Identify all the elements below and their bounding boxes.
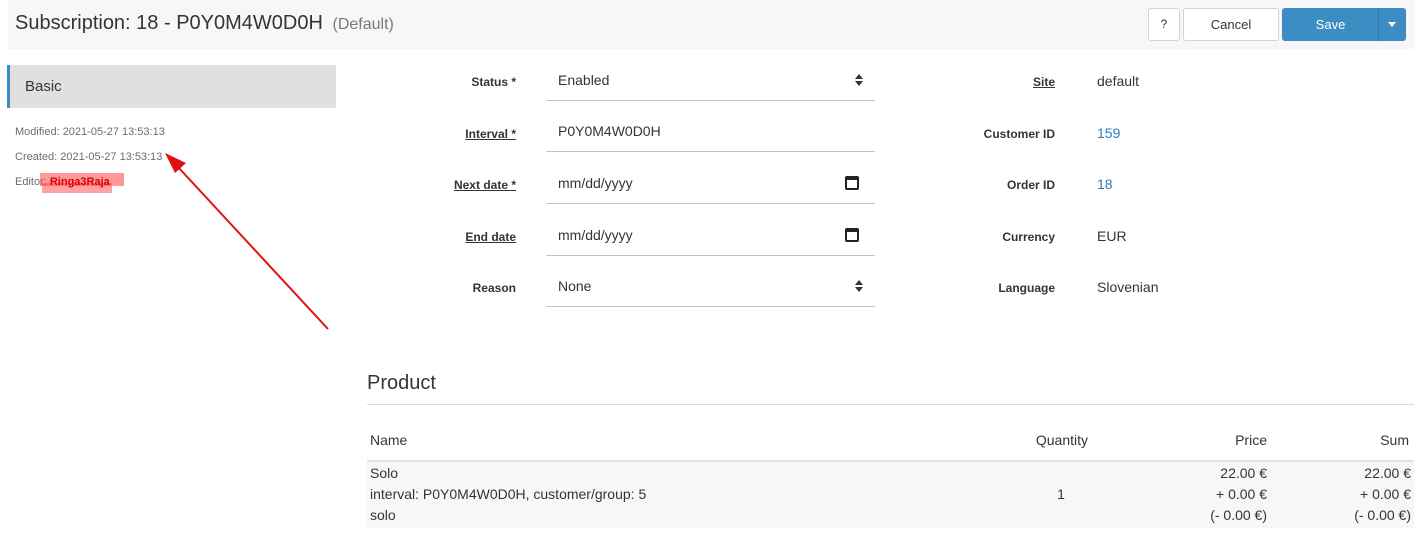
status-value: Enabled <box>558 72 610 88</box>
language-label: Language <box>998 281 1055 295</box>
next-date-placeholder: mm/dd/yyyy <box>558 175 633 191</box>
product-attributes: interval: P0Y0M4W0D0H, customer/group: 5 <box>370 486 647 502</box>
customer-id-link[interactable]: 159 <box>1097 125 1120 141</box>
sum-costs: + 0.00 € <box>1360 486 1411 502</box>
currency-label: Currency <box>1002 230 1055 244</box>
modified-info: Modified: 2021-05-27 13:53:13 <box>15 126 165 138</box>
reason-label: Reason <box>472 281 516 295</box>
page-title-text: Subscription: 18 - P0Y0M4W0D0H <box>15 12 323 34</box>
page-header: Subscription: 18 - P0Y0M4W0D0H (Default)… <box>8 0 1414 49</box>
order-id-link[interactable]: 18 <box>1097 176 1113 192</box>
column-header-sum: Sum <box>1380 432 1409 448</box>
column-header-price: Price <box>1235 432 1267 448</box>
section-divider <box>367 404 1414 405</box>
order-id-label: Order ID <box>1006 178 1055 192</box>
created-info: Created: 2021-05-27 13:53:13 <box>15 151 163 163</box>
save-button[interactable]: Save <box>1282 8 1379 41</box>
product-name: Solo <box>370 465 399 481</box>
price-rebate: (- 0.00 €) <box>1210 507 1267 523</box>
product-code: solo <box>370 507 396 523</box>
reason-select[interactable]: None <box>546 271 875 307</box>
status-select[interactable]: Enabled <box>546 65 875 101</box>
interval-value: P0Y0M4W0D0H <box>558 123 661 139</box>
reason-value: None <box>558 278 592 294</box>
end-date-label[interactable]: End date <box>316 230 516 244</box>
price-value: 22.00 € <box>1220 465 1267 481</box>
status-label: Status * <box>471 75 516 89</box>
product-sum-cell: 22.00 € + 0.00 € (- 0.00 €) <box>1309 463 1411 526</box>
editor-value-redacted: Ringa3Raja <box>50 176 110 188</box>
interval-input[interactable]: P0Y0M4W0D0H <box>546 116 875 152</box>
page-subtitle: (Default) <box>332 16 394 33</box>
customer-id-label: Customer ID <box>983 127 1055 141</box>
interval-label[interactable]: Interval * <box>316 127 516 141</box>
product-quantity: 1 <box>1057 486 1065 502</box>
language-value: Slovenian <box>1097 279 1159 295</box>
page-title: Subscription: 18 - P0Y0M4W0D0H (Default) <box>15 12 394 35</box>
editor-info: Editor: Ringa3Raja <box>15 176 110 188</box>
annotation-arrow-shaft <box>177 166 329 330</box>
product-price-cell: 22.00 € + 0.00 € (- 0.00 €) <box>1167 463 1267 526</box>
next-date-label[interactable]: Next date * <box>316 178 516 192</box>
sidebar-item-basic[interactable]: Basic <box>7 65 336 108</box>
sum-value: 22.00 € <box>1364 465 1411 481</box>
editor-value: Ringa3Raja <box>49 176 110 188</box>
site-label[interactable]: Site <box>855 75 1055 89</box>
caret-down-icon <box>1388 21 1396 27</box>
end-date-input[interactable]: mm/dd/yyyy <box>546 220 875 256</box>
end-date-placeholder: mm/dd/yyyy <box>558 227 633 243</box>
sum-rebate: (- 0.00 €) <box>1354 507 1411 523</box>
column-header-name: Name <box>370 432 408 448</box>
table-row: Solo interval: P0Y0M4W0D0H, customer/gro… <box>367 462 1414 528</box>
save-options-button[interactable] <box>1378 8 1406 41</box>
product-section-title: Product <box>367 372 436 394</box>
product-name-cell: Solo interval: P0Y0M4W0D0H, customer/gro… <box>370 463 646 526</box>
price-costs: + 0.00 € <box>1216 486 1267 502</box>
currency-value: EUR <box>1097 228 1127 244</box>
column-header-quantity: Quantity <box>1035 432 1088 448</box>
annotation-arrow-head <box>165 153 186 173</box>
help-button[interactable]: ? <box>1148 8 1180 41</box>
cancel-button[interactable]: Cancel <box>1183 8 1279 41</box>
next-date-input[interactable]: mm/dd/yyyy <box>546 168 875 204</box>
site-value: default <box>1097 73 1140 89</box>
